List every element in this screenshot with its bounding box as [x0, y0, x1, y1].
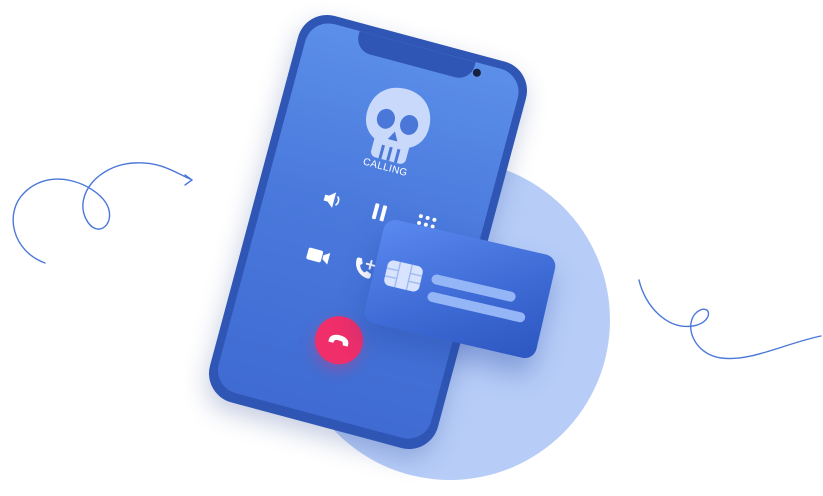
end-call-button[interactable]	[309, 310, 369, 370]
video-icon	[306, 247, 331, 265]
pause-icon	[371, 203, 388, 222]
speaker-icon	[323, 192, 340, 208]
scene: CALLING	[0, 0, 823, 496]
card-chip-icon	[383, 259, 424, 293]
end-call-icon	[328, 334, 349, 347]
front-camera	[472, 67, 482, 78]
phone-notch	[354, 31, 476, 82]
left-swirl-decoration	[12, 162, 194, 264]
speaker-button[interactable]	[316, 183, 350, 217]
video-button[interactable]	[301, 239, 335, 273]
right-swirl-decoration	[638, 279, 822, 360]
